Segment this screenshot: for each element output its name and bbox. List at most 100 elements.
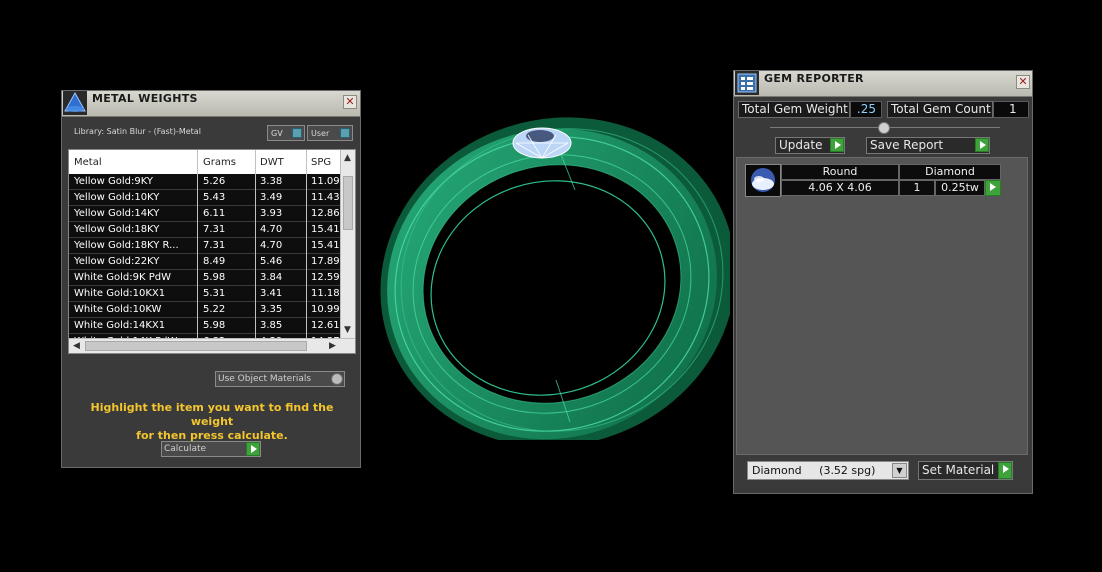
instruction-line-1: Highlight the item you want to find the …	[90, 401, 334, 428]
column-divider	[255, 150, 256, 338]
table-cell: 5.43	[203, 192, 226, 203]
gv-toggle[interactable]: GV	[267, 125, 305, 141]
table-cell: White Gold:14KX1	[74, 320, 166, 331]
scroll-down-icon[interactable]: ▼	[341, 324, 354, 336]
save-report-button[interactable]: Save Report	[866, 137, 990, 154]
column-header-spg[interactable]: SPG	[311, 157, 331, 168]
diamond-gem-icon[interactable]	[512, 127, 572, 159]
gem-material-header: Diamond	[899, 164, 1001, 180]
gem-shape-header: Round	[781, 164, 899, 180]
table-cell: 5.46	[260, 256, 283, 267]
total-gem-count-label: Total Gem Count	[887, 101, 993, 118]
material-select[interactable]: Diamond (3.52 spg) ▼	[747, 461, 909, 480]
gem-reporter-titlebar[interactable]: GEM REPORTER ✕	[734, 71, 1032, 97]
user-toggle[interactable]: User	[307, 125, 353, 141]
table-cell: 3.84	[260, 272, 283, 283]
table-cell: Yellow Gold:14KY	[74, 208, 160, 219]
gem-reporter-title: GEM REPORTER	[764, 72, 864, 85]
table-row[interactable]: White Gold:14KX1 5.98 3.85 12.61	[69, 318, 342, 334]
scroll-left-icon[interactable]: ◀	[70, 340, 83, 352]
horizontal-scroll-thumb[interactable]	[85, 341, 307, 351]
table-cell: 11.18	[311, 288, 340, 299]
table-cell: White Gold:9K PdW	[74, 272, 171, 283]
table-row[interactable]: White Gold:10KW 5.22 3.35 10.99	[69, 302, 342, 318]
table-cell: 3.85	[260, 320, 283, 331]
table-cell: 5.98	[203, 320, 226, 331]
table-cell: Yellow Gold:22KY	[74, 256, 160, 267]
table-cell: 15.41	[311, 224, 340, 235]
table-cell: 15.41	[311, 240, 340, 251]
table-cell: 11.43	[311, 192, 340, 203]
table-cell: 3.93	[260, 208, 283, 219]
table-row[interactable]: Yellow Gold:14KY 6.11 3.93 12.86	[69, 206, 342, 222]
set-material-button[interactable]: Set Material	[918, 461, 1013, 480]
close-icon[interactable]: ✕	[1016, 75, 1030, 89]
ring-3d-model	[380, 117, 730, 440]
table-row[interactable]: Yellow Gold:9KY 5.26 3.38 11.09	[69, 174, 342, 190]
table-cell: Yellow Gold:10KY	[74, 192, 160, 203]
collapse-toggle-icon[interactable]	[878, 122, 890, 134]
materials-dropdown[interactable]: Use Object Materials	[215, 371, 345, 387]
column-divider	[306, 150, 307, 338]
table-row[interactable]: Yellow Gold:18KY R... 7.31 4.70 15.41	[69, 238, 342, 254]
update-button[interactable]: Update	[775, 137, 845, 154]
table-cell: Yellow Gold:18KY	[74, 224, 160, 235]
column-divider	[197, 150, 198, 338]
table-cell: 5.26	[203, 176, 226, 187]
table-cell: 7.31	[203, 240, 226, 251]
column-header-dwt[interactable]: DWT	[260, 157, 284, 168]
table-cell: 7.31	[203, 224, 226, 235]
table-cell: White Gold:10KW	[74, 304, 162, 315]
gem-reporter-panel: GEM REPORTER ✕ Total Gem Weight .25 Tota…	[733, 70, 1033, 494]
column-header-grams[interactable]: Grams	[203, 157, 236, 168]
calculate-label: Calculate	[164, 444, 207, 454]
scroll-up-icon[interactable]: ▲	[341, 152, 354, 164]
table-cell: 5.22	[203, 304, 226, 315]
table-row[interactable]: White Gold:10KX1 5.31 3.41 11.18	[69, 286, 342, 302]
instruction-text: Highlight the item you want to find the …	[74, 401, 350, 443]
gem-size-cell: 4.06 X 4.06	[781, 180, 899, 196]
ring-viewport[interactable]	[380, 110, 730, 440]
table-cell: 12.86	[311, 208, 340, 219]
library-label: Library: Satin Blur - (Fast)-Metal	[74, 127, 201, 136]
table-row[interactable]: White Gold:9K PdW 5.98 3.84 12.59	[69, 270, 342, 286]
table-cell: Yellow Gold:18KY R...	[74, 240, 179, 251]
table-cell: 12.61	[311, 320, 340, 331]
play-arrow-icon	[830, 138, 844, 152]
total-gem-count-value: 1	[993, 101, 1029, 118]
play-arrow-icon	[975, 138, 989, 152]
material-select-value: Diamond (3.52 spg)	[752, 464, 876, 477]
table-cell: 6.11	[203, 208, 226, 219]
total-gem-weight-label: Total Gem Weight	[738, 101, 850, 118]
table-cell: 5.98	[203, 272, 226, 283]
table-row[interactable]: Yellow Gold:10KY 5.43 3.49 11.43	[69, 190, 342, 206]
table-cell: 4.70	[260, 240, 283, 251]
table-cell: 5.31	[203, 288, 226, 299]
set-material-label: Set Material	[922, 463, 995, 477]
report-icon	[735, 71, 759, 95]
round-diamond-thumbnail-icon[interactable]	[745, 164, 781, 197]
table-cell: 3.38	[260, 176, 283, 187]
column-header-metal[interactable]: Metal	[74, 157, 102, 168]
update-label: Update	[779, 138, 823, 152]
table-row[interactable]: Yellow Gold:22KY 8.49 5.46 17.89	[69, 254, 342, 270]
horizontal-scrollbar[interactable]: ◀ ▶	[69, 338, 355, 353]
table-cell: 10.99	[311, 304, 340, 315]
table-cell: 8.49	[203, 256, 226, 267]
table-cell: 17.89	[311, 256, 340, 267]
calculate-button[interactable]: Calculate	[161, 441, 261, 457]
table-cell: 4.70	[260, 224, 283, 235]
vertical-scroll-thumb[interactable]	[343, 176, 353, 230]
app-logo-icon	[63, 91, 87, 115]
table-cell: 3.41	[260, 288, 283, 299]
play-arrow-icon	[246, 442, 260, 456]
gem-row-go-button[interactable]	[985, 180, 1001, 196]
table-row[interactable]: Yellow Gold:18KY 7.31 4.70 15.41	[69, 222, 342, 238]
chevron-down-icon: ▼	[892, 463, 907, 478]
materials-dropdown-label: Use Object Materials	[218, 374, 312, 384]
metal-weights-titlebar[interactable]: METAL WEIGHTS ✕	[62, 91, 360, 117]
close-icon[interactable]: ✕	[343, 95, 357, 109]
scroll-right-icon[interactable]: ▶	[326, 340, 339, 352]
table-body: Yellow Gold:9KY 5.26 3.38 11.09 Yellow Gold:…	[69, 174, 342, 350]
vertical-scrollbar[interactable]: ▲ ▼	[340, 150, 355, 340]
